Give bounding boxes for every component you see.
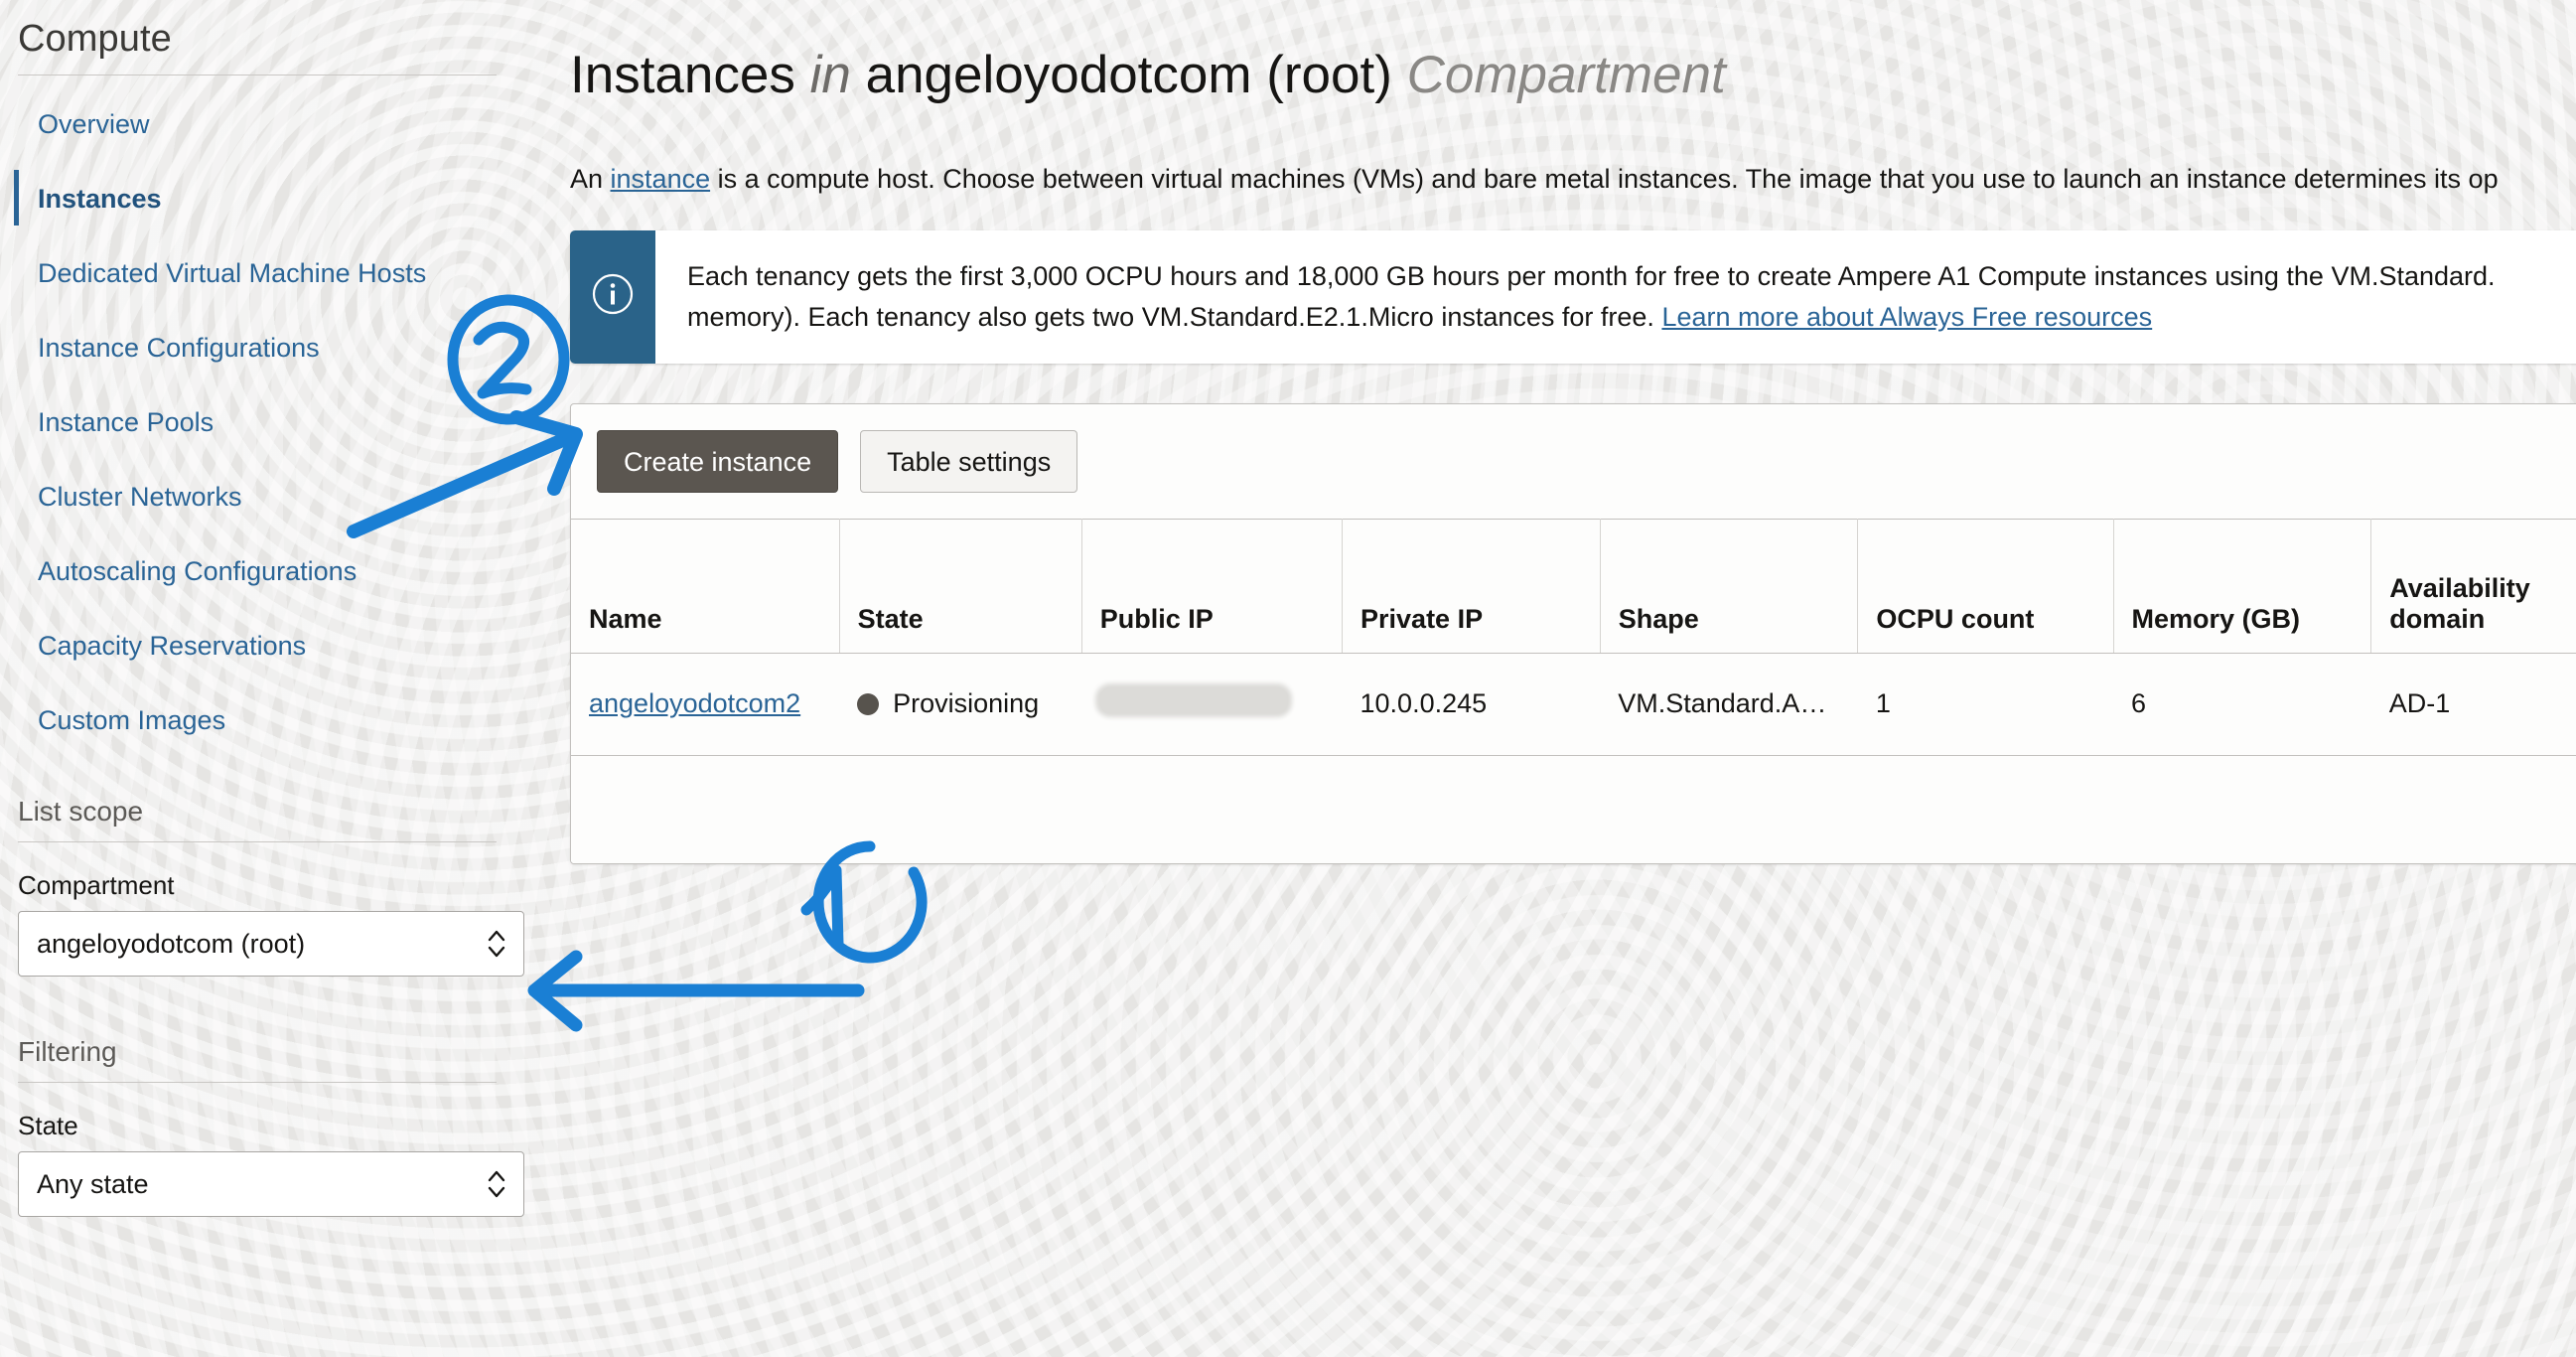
state-select[interactable]: Any state — [18, 1151, 524, 1217]
instances-table: Name State Public IP Private IP Shape OC… — [571, 518, 2576, 756]
instances-table-card: Create instance Table settings Name Stat… — [570, 402, 2576, 864]
create-instance-button[interactable]: Create instance — [597, 429, 839, 493]
info-circle-icon — [590, 271, 636, 322]
compartment-select-value: angeloyodotcom (root) — [37, 928, 306, 959]
table-row: angeloyodotcom2 Provisioning 10.0.0.245 — [571, 653, 2576, 756]
cell-availability-domain: AD-1 — [2370, 653, 2576, 756]
column-header-memory-gb[interactable]: Memory (GB) — [2113, 518, 2372, 654]
compartment-select[interactable]: angeloyodotcom (root) — [18, 911, 524, 977]
sidebar-item-instance-pools[interactable]: Instance Pools — [0, 407, 556, 438]
page-title-compartment: angeloyodotcom (root) — [865, 45, 1392, 104]
sidebar-item-dedicated-virtual-machine-hosts[interactable]: Dedicated Virtual Machine Hosts — [0, 258, 556, 289]
instance-doc-link[interactable]: instance — [611, 164, 711, 194]
cell-ocpu-count: 1 — [1857, 653, 2114, 756]
sidebar-item-capacity-reservations[interactable]: Capacity Reservations — [0, 631, 556, 662]
column-header-shape[interactable]: Shape — [1600, 518, 1859, 654]
column-header-state[interactable]: State — [839, 518, 1082, 654]
list-scope-title: List scope — [18, 796, 144, 827]
column-header-public-ip[interactable]: Public IP — [1081, 518, 1344, 654]
cell-private-ip: 10.0.0.245 — [1342, 653, 1601, 756]
redacted-public-ip — [1099, 687, 1289, 714]
sidebar-item-instances[interactable]: Instances — [0, 170, 556, 226]
sidebar-item-cluster-networks[interactable]: Cluster Networks — [0, 482, 556, 513]
column-header-availability-domain[interactable]: Availability domain — [2370, 518, 2576, 654]
table-empty-footer — [571, 755, 2576, 863]
column-header-ocpu-count[interactable]: OCPU count — [1857, 518, 2114, 654]
cell-state: Provisioning — [839, 653, 1082, 756]
info-banner-text: Each tenancy gets the first 3,000 OCPU h… — [655, 230, 2519, 364]
cell-name: angeloyodotcom2 — [571, 653, 840, 756]
sidebar-item-custom-images[interactable]: Custom Images — [0, 705, 556, 736]
compute-instances-page: Compute Overview Instances Dedicated Vir… — [0, 0, 2576, 1357]
state-dot-icon — [857, 692, 880, 715]
state-label: State — [18, 1111, 78, 1140]
page-description-after: is a compute host. Choose between virtua… — [710, 163, 2499, 194]
sidebar-item-autoscaling-configurations[interactable]: Autoscaling Configurations — [0, 556, 556, 587]
main-content: Instances in angeloyodotcom (root) Compa… — [556, 0, 2576, 1357]
page-title: Instances in angeloyodotcom (root) Compa… — [570, 36, 2576, 107]
state-select-value: Any state — [37, 1168, 149, 1199]
info-banner-accent-bar — [570, 229, 655, 364]
page-title-in: in — [809, 45, 851, 104]
info-banner-line-1: Each tenancy gets the first 3,000 OCPU h… — [687, 260, 2496, 291]
filtering-title: Filtering — [18, 1036, 117, 1067]
column-header-private-ip[interactable]: Private IP — [1342, 518, 1601, 654]
info-banner-line-2: memory). Each tenancy also gets two VM.S… — [687, 297, 2496, 338]
filtering-section: Filtering State Any state — [0, 1036, 556, 1217]
cell-shape: VM.Standard.A… — [1600, 653, 1858, 756]
status-badge: Provisioning — [893, 688, 1040, 719]
instances-table-head: Name State Public IP Private IP Shape OC… — [571, 518, 2576, 654]
sidebar-nav: Overview Instances Dedicated Virtual Mac… — [0, 75, 556, 736]
instance-name-link[interactable]: angeloyodotcom2 — [589, 688, 800, 718]
always-free-info-banner: Each tenancy gets the first 3,000 OCPU h… — [570, 229, 2576, 364]
always-free-learn-more-link[interactable]: Learn more about Always Free resources — [1661, 302, 2152, 332]
cell-memory-gb: 6 — [2113, 653, 2371, 756]
table-toolbar: Create instance Table settings — [571, 404, 2576, 519]
page-title-suffix: Compartment — [1406, 45, 1726, 104]
compartment-label: Compartment — [18, 870, 175, 900]
sidebar: Compute Overview Instances Dedicated Vir… — [0, 0, 556, 1357]
page-description-before: An — [570, 163, 611, 194]
column-header-name[interactable]: Name — [571, 518, 840, 654]
cell-public-ip — [1081, 653, 1343, 756]
table-settings-button[interactable]: Table settings — [860, 429, 1078, 493]
instances-table-body: angeloyodotcom2 Provisioning 10.0.0.245 — [571, 653, 2576, 756]
info-banner-line-2-text: memory). Each tenancy also gets two VM.S… — [687, 301, 1662, 332]
page-description: An instance is a compute host. Choose be… — [570, 142, 2576, 195]
sidebar-item-instance-configurations[interactable]: Instance Configurations — [0, 333, 556, 364]
sidebar-heading: Compute — [18, 18, 172, 60]
chevron-updown-icon — [484, 1164, 509, 1204]
list-scope-section: List scope Compartment angeloyodotcom (r… — [0, 796, 556, 977]
page-title-prefix: Instances — [570, 45, 795, 104]
chevron-updown-icon — [484, 924, 509, 964]
table-header-row: Name State Public IP Private IP Shape OC… — [571, 518, 2576, 654]
sidebar-item-overview[interactable]: Overview — [0, 109, 556, 140]
